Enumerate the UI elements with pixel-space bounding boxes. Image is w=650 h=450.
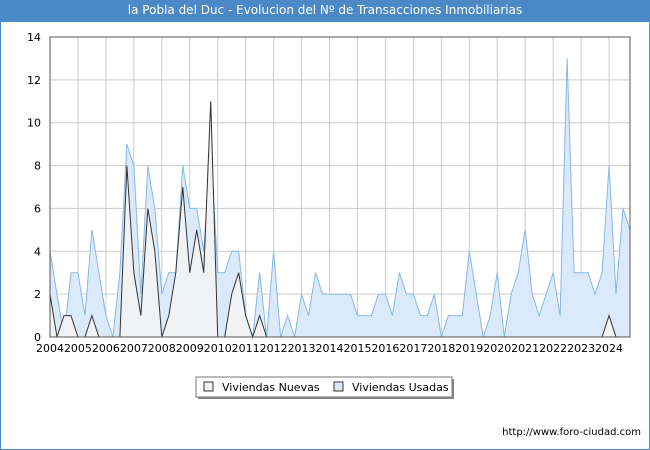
chart-canvas: 024681012142004 2005 2006 2007 2008 2009 2010 2… (27, 31, 631, 399)
y-tick-label: 10 (27, 117, 41, 130)
x-tick-label: 2005 (64, 342, 92, 355)
x-tick-label: 2009 (176, 342, 204, 355)
y-tick-label: 6 (34, 202, 41, 215)
x-tick-label: 2013 (288, 342, 316, 355)
x-tick-label: 2019 (455, 342, 483, 355)
legend-swatch-nuevas (203, 381, 214, 392)
y-tick-label: 12 (27, 74, 41, 87)
y-tick-label: 2 (34, 288, 41, 301)
source-url: http://www.foro-ciudad.com (502, 427, 641, 438)
y-tick-label: 4 (34, 245, 41, 258)
x-tick-label: 2024 (595, 342, 623, 355)
x-tick-label: 2023 (567, 342, 595, 355)
x-tick-label: 2004 (36, 342, 64, 355)
legend-label-nuevas: Viviendas Nuevas (222, 381, 320, 394)
x-tick-label: 2015 (343, 342, 371, 355)
x-tick-label: 2017 (399, 342, 427, 355)
x-tick-label: 2016 (371, 342, 399, 355)
x-tick-label: 2014 (316, 342, 344, 355)
x-tick-label: 2020 (483, 342, 511, 355)
x-tick-label: 2018 (427, 342, 455, 355)
x-tick-label: 2008 (148, 342, 176, 355)
x-tick-label: 2007 (120, 342, 148, 355)
y-tick-label: 8 (34, 160, 41, 173)
legend: Viviendas Nuevas Viviendas Usadas (195, 376, 454, 399)
x-tick-label: 2022 (539, 342, 567, 355)
legend-label-usadas: Viviendas Usadas (352, 381, 449, 394)
x-tick-label: 2012 (260, 342, 288, 355)
x-tick-label: 2006 (92, 342, 120, 355)
x-tick-label: 2010 (204, 342, 232, 355)
x-tick-label: 2011 (232, 342, 260, 355)
legend-swatch-usadas (333, 381, 344, 392)
x-tick-label: 2021 (511, 342, 539, 355)
y-tick-label: 14 (27, 31, 41, 44)
